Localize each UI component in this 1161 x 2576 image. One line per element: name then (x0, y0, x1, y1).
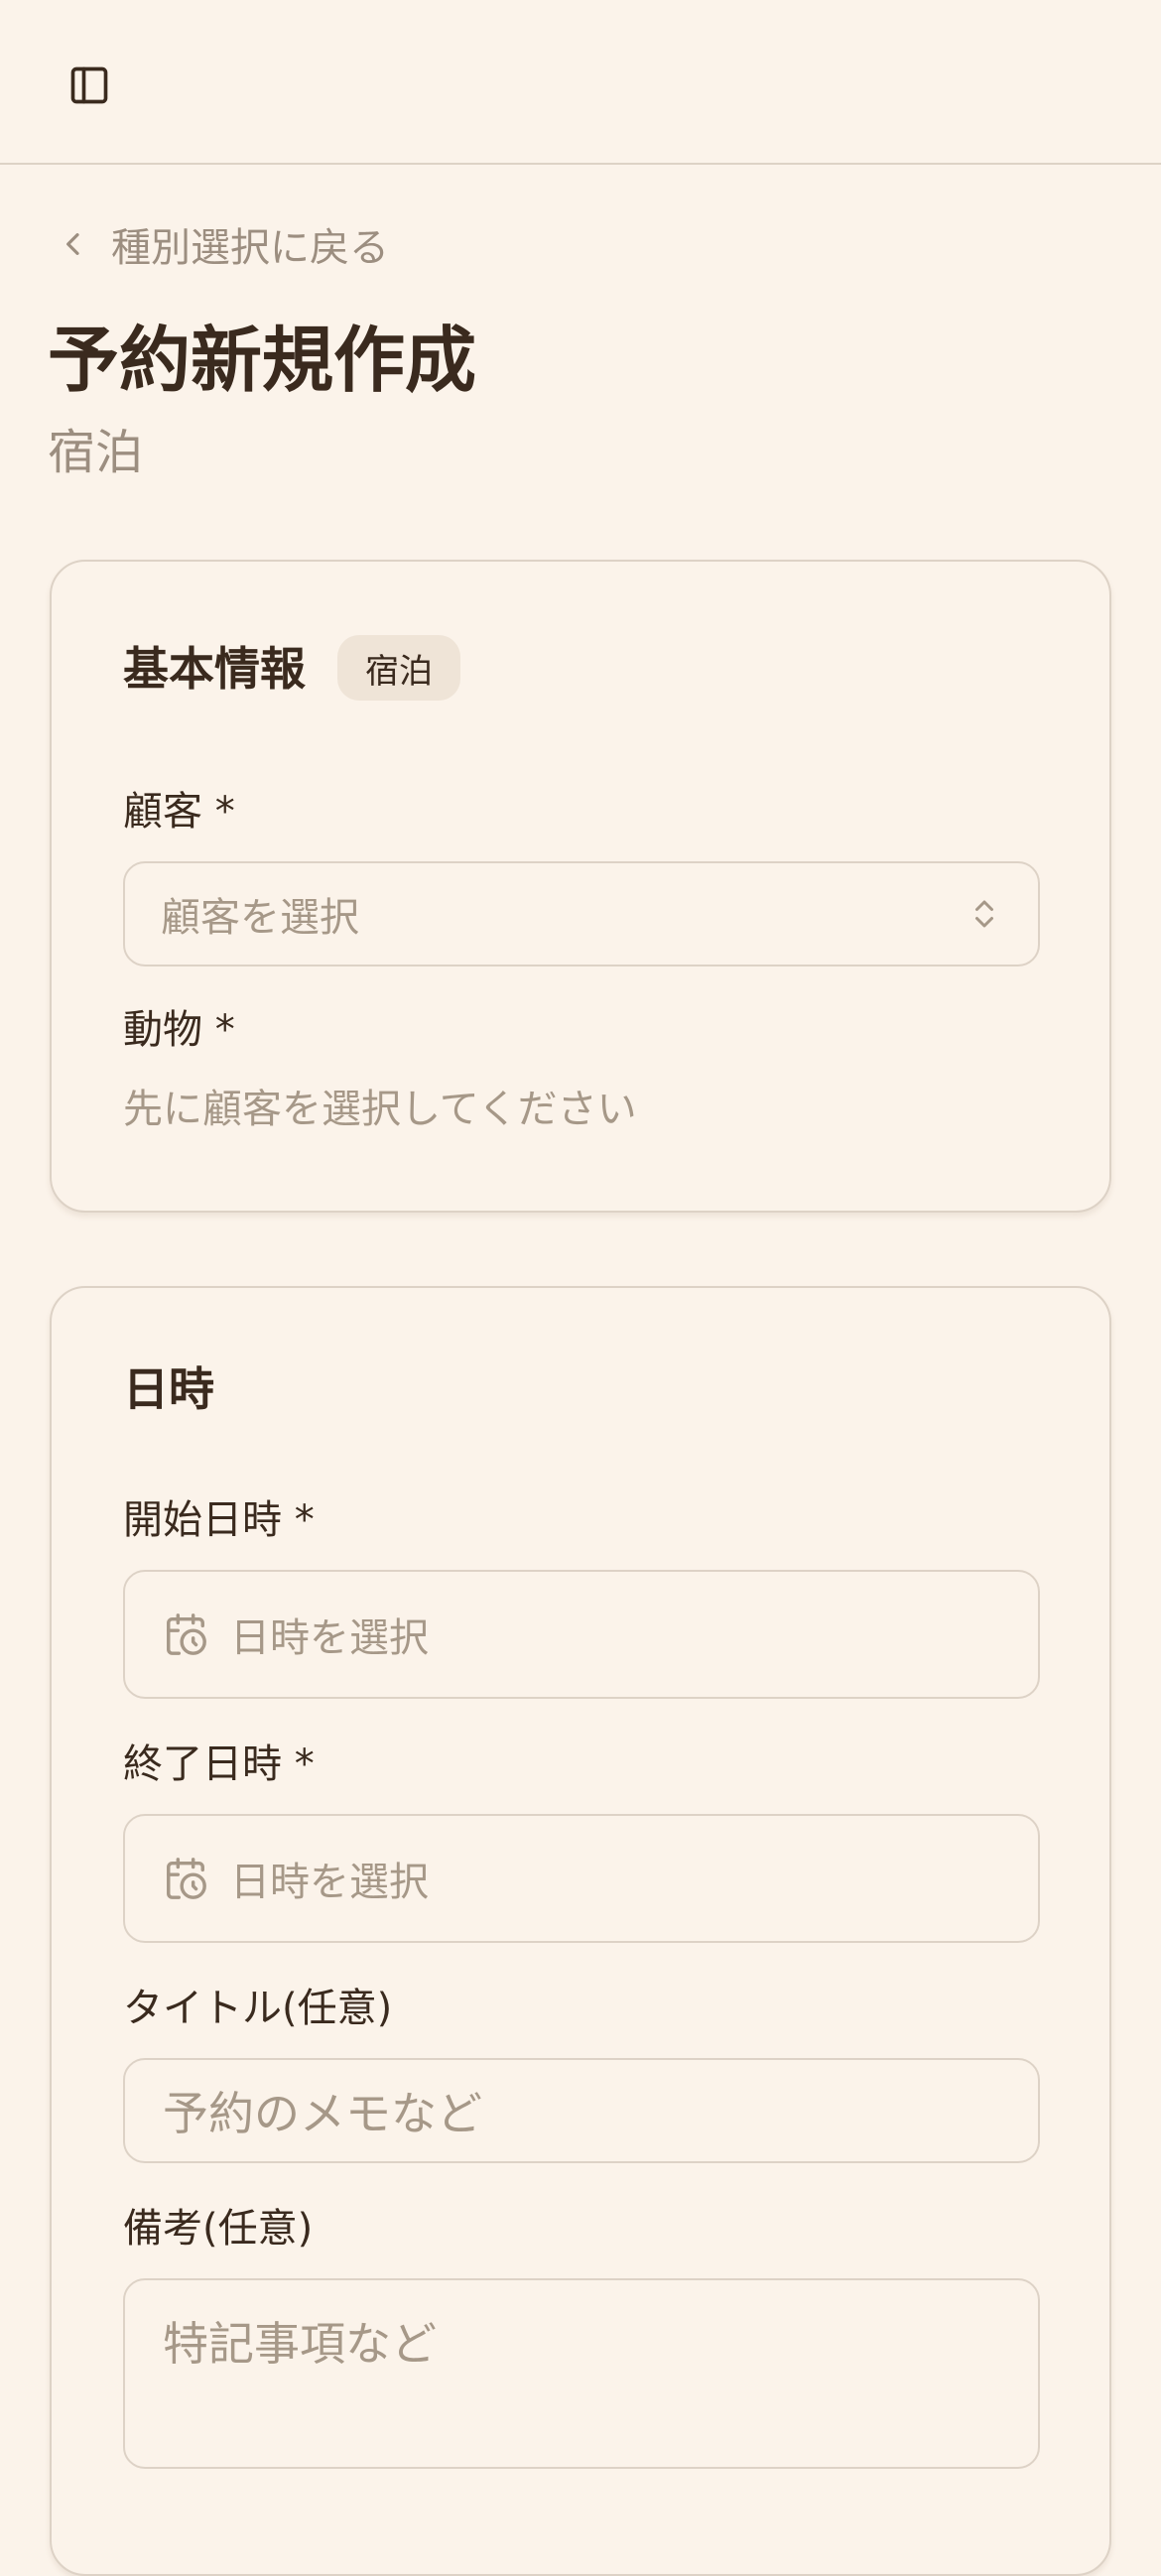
start-datetime-placeholder: 日時を選択 (230, 1615, 429, 1661)
calendar-clock-icon (163, 1856, 208, 1901)
chevron-left-icon (56, 226, 91, 262)
datetime-title: 日時 (123, 1362, 214, 1416)
booking-title-label: タイトル(任意) (123, 1986, 393, 2031)
customer-label: 顧客 * (123, 789, 235, 835)
customer-select[interactable]: 顧客を選択 (123, 861, 1040, 966)
datetime-card: 日時 開始日時 * 日時を選択 終了日時 * 日時を選択 タイトル(任意) 予約… (50, 1286, 1111, 2576)
booking-title-placeholder: 予約のメモなど (163, 2087, 482, 2140)
notes-label: 備考(任意) (123, 2206, 314, 2252)
page-subtitle: 宿泊 (48, 425, 144, 480)
end-datetime-placeholder: 日時を選択 (230, 1860, 429, 1905)
sidebar-toggle-icon (70, 66, 108, 104)
start-datetime-picker[interactable]: 日時を選択 (123, 1570, 1040, 1699)
back-link-label: 種別選択に戻る (111, 225, 389, 271)
start-datetime-label: 開始日時 * (123, 1497, 315, 1543)
notes-textarea[interactable]: 特記事項など (123, 2278, 1040, 2469)
calendar-clock-icon (163, 1611, 208, 1657)
customer-select-placeholder: 顧客を選択 (161, 895, 359, 941)
back-to-type-selection-link[interactable]: 種別選択に戻る (56, 216, 389, 272)
notes-placeholder: 特記事項など (163, 2317, 437, 2371)
animal-label: 動物 * (123, 1007, 235, 1053)
end-datetime-picker[interactable]: 日時を選択 (123, 1814, 1040, 1943)
type-badge: 宿泊 (337, 635, 460, 701)
basic-info-title: 基本情報 (123, 642, 306, 696)
chevrons-up-down-icon (967, 894, 1002, 934)
end-datetime-label: 終了日時 * (123, 1741, 315, 1787)
page-title: 予約新規作成 (48, 319, 477, 402)
sidebar-toggle-button[interactable] (64, 60, 115, 111)
animal-helper-text: 先に顧客を選択してください (123, 1087, 637, 1132)
basic-info-card: 基本情報 宿泊 顧客 * 顧客を選択 動物 * 先に顧客を選択してください (50, 560, 1111, 1213)
top-bar (0, 0, 1161, 165)
booking-title-input[interactable]: 予約のメモなど (123, 2058, 1040, 2163)
